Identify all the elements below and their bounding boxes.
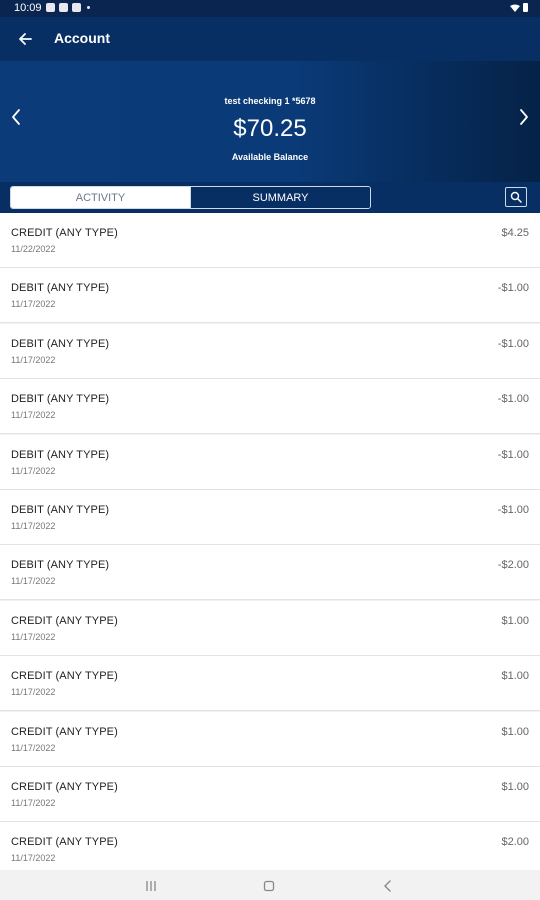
transaction-date: 11/17/2022 bbox=[11, 354, 56, 365]
app-bar: Account bbox=[0, 17, 540, 61]
transaction-type: CREDIT (ANY TYPE) bbox=[11, 725, 118, 738]
transaction-type: DEBIT (ANY TYPE) bbox=[11, 393, 110, 406]
transaction-row[interactable]: DEBIT (ANY TYPE) 11/17/2022 -$2.00 bbox=[0, 545, 540, 600]
transaction-row[interactable]: DEBIT (ANY TYPE) 11/17/2022 -$1.00 bbox=[0, 323, 540, 378]
transaction-amount: -$2.00 bbox=[497, 559, 529, 572]
transaction-date: 11/17/2022 bbox=[11, 410, 56, 421]
transaction-type: CREDIT (ANY TYPE) bbox=[11, 614, 118, 627]
transaction-amount: $1.00 bbox=[501, 670, 529, 683]
transaction-amount: -$1.00 bbox=[497, 448, 529, 461]
transaction-amount: -$1.00 bbox=[497, 503, 529, 516]
search-icon bbox=[510, 191, 522, 203]
search-button[interactable] bbox=[505, 187, 527, 207]
transaction-amount: -$1.00 bbox=[497, 337, 529, 350]
transaction-amount: $1.00 bbox=[501, 725, 529, 738]
transaction-row[interactable]: DEBIT (ANY TYPE) 11/17/2022 -$1.00 bbox=[0, 434, 540, 489]
back-nav-icon[interactable] bbox=[382, 879, 394, 893]
transaction-row[interactable]: CREDIT (ANY TYPE) 11/17/2022 $1.00 bbox=[0, 711, 540, 766]
transaction-date: 11/22/2022 bbox=[11, 244, 56, 254]
notification-icons bbox=[46, 3, 90, 12]
transaction-type: DEBIT (ANY TYPE) bbox=[11, 282, 110, 295]
arrow-left-icon[interactable] bbox=[14, 28, 36, 50]
transaction-amount: -$1.00 bbox=[497, 393, 529, 406]
transaction-type: DEBIT (ANY TYPE) bbox=[11, 559, 110, 572]
transaction-row[interactable]: CREDIT (ANY TYPE) 11/17/2022 $1.00 bbox=[0, 600, 540, 655]
status-time: 10:09 bbox=[14, 2, 42, 14]
system-icons bbox=[510, 3, 528, 12]
chat-notification-icon bbox=[59, 3, 68, 12]
transaction-type: CREDIT (ANY TYPE) bbox=[11, 670, 118, 683]
transaction-type: DEBIT (ANY TYPE) bbox=[11, 337, 110, 350]
transaction-date: 11/17/2022 bbox=[11, 687, 56, 698]
recent-apps-icon[interactable] bbox=[144, 880, 158, 892]
transaction-type: CREDIT (ANY TYPE) bbox=[11, 227, 118, 239]
tab-summary[interactable]: SUMMARY bbox=[190, 187, 370, 208]
transaction-date: 11/17/2022 bbox=[11, 576, 56, 587]
transaction-row[interactable]: CREDIT (ANY TYPE) 11/17/2022 $1.00 bbox=[0, 656, 540, 711]
transaction-type: DEBIT (ANY TYPE) bbox=[11, 503, 110, 516]
transaction-amount: $1.00 bbox=[501, 614, 529, 627]
transaction-date: 11/17/2022 bbox=[11, 465, 56, 476]
transaction-row[interactable]: CREDIT (ANY TYPE) 11/17/2022 $1.00 bbox=[0, 766, 540, 821]
status-bar: 10:09 bbox=[0, 0, 540, 17]
account-header: test checking 1 *5678 $70.25 Available B… bbox=[0, 61, 540, 182]
transaction-amount: -$1.00 bbox=[497, 282, 529, 295]
transaction-amount: $2.00 bbox=[501, 836, 529, 849]
transaction-amount: $4.25 bbox=[501, 227, 529, 239]
home-icon[interactable] bbox=[263, 880, 275, 892]
settings-notification-icon bbox=[72, 3, 81, 12]
transaction-row[interactable]: CREDIT (ANY TYPE) 11/22/2022 $4.25 bbox=[0, 213, 540, 267]
transaction-date: 11/17/2022 bbox=[11, 520, 56, 531]
tab-bar: ACTIVITY SUMMARY bbox=[0, 182, 540, 213]
segmented-tabs: ACTIVITY SUMMARY bbox=[10, 186, 371, 209]
transaction-date: 11/17/2022 bbox=[11, 797, 56, 808]
transaction-type: CREDIT (ANY TYPE) bbox=[11, 836, 118, 849]
transaction-amount: $1.00 bbox=[501, 780, 529, 793]
battery-icon bbox=[523, 3, 528, 12]
transaction-list: CREDIT (ANY TYPE) 11/22/2022 $4.25 DEBIT… bbox=[0, 213, 540, 870]
more-notifications-dot-icon bbox=[87, 6, 90, 9]
transaction-type: CREDIT (ANY TYPE) bbox=[11, 780, 118, 793]
transaction-row[interactable]: DEBIT (ANY TYPE) 11/17/2022 -$1.00 bbox=[0, 379, 540, 434]
system-nav-bar bbox=[0, 870, 540, 900]
transaction-date: 11/17/2022 bbox=[11, 853, 56, 864]
transaction-row[interactable]: CREDIT (ANY TYPE) 11/17/2022 $2.00 bbox=[0, 822, 540, 870]
tab-activity[interactable]: ACTIVITY bbox=[11, 187, 190, 208]
transaction-type: DEBIT (ANY TYPE) bbox=[11, 448, 110, 461]
transaction-date: 11/17/2022 bbox=[11, 299, 56, 310]
account-balance: $70.25 bbox=[233, 115, 307, 142]
transaction-row[interactable]: DEBIT (ANY TYPE) 11/17/2022 -$1.00 bbox=[0, 489, 540, 544]
image-notification-icon bbox=[46, 3, 55, 12]
transaction-date: 11/17/2022 bbox=[11, 631, 56, 642]
page-title: Account bbox=[54, 30, 110, 46]
transaction-row[interactable]: DEBIT (ANY TYPE) 11/17/2022 -$1.00 bbox=[0, 268, 540, 323]
account-name: test checking 1 *5678 bbox=[224, 96, 316, 106]
chevron-right-icon[interactable] bbox=[516, 106, 532, 128]
transaction-date: 11/17/2022 bbox=[11, 742, 56, 753]
balance-label: Available Balance bbox=[231, 152, 309, 162]
wifi-icon bbox=[510, 4, 520, 12]
